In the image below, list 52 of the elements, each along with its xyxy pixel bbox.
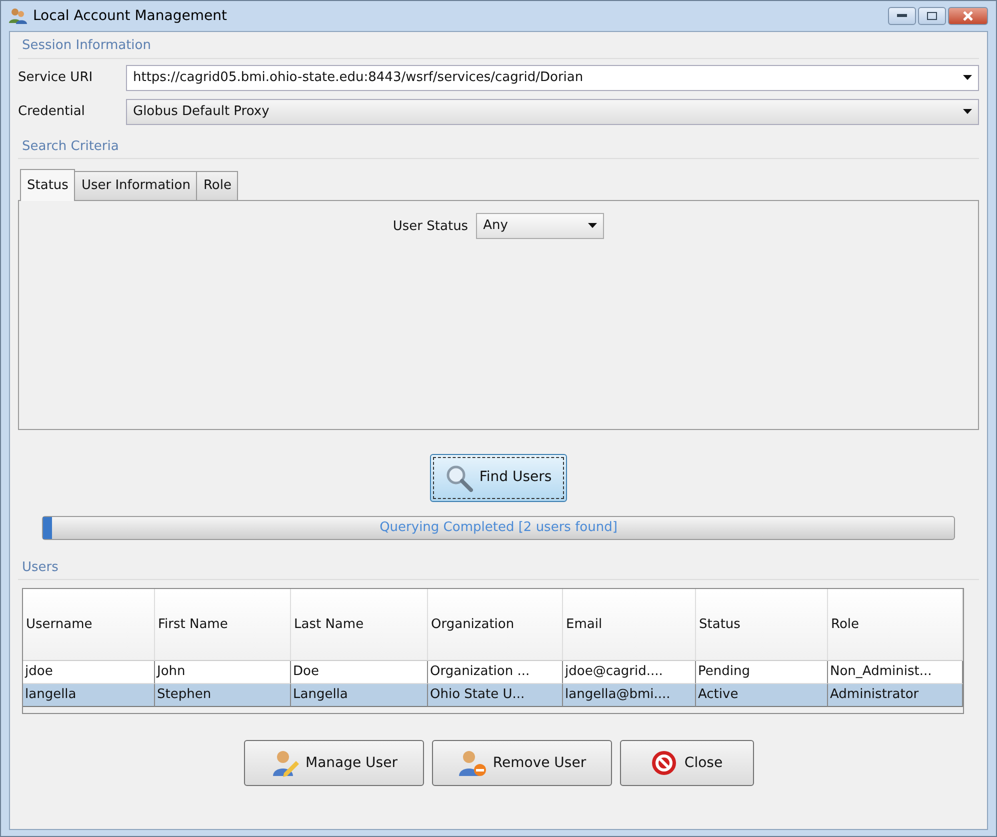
field-label: User Status xyxy=(392,218,468,236)
table-cell[interactable]: langella@bmi.... xyxy=(563,684,696,707)
field-label: Service URI xyxy=(18,68,94,87)
column-header[interactable]: Organization xyxy=(428,589,563,661)
column-header[interactable]: Last Name xyxy=(291,589,428,661)
progress-text: Querying Completed [2 users found] xyxy=(380,518,618,537)
table-cell[interactable]: Stephen xyxy=(155,684,291,707)
table-cell[interactable]: John xyxy=(155,661,291,684)
maximize-button[interactable] xyxy=(918,7,946,25)
service-uri-combo[interactable]: https://cagrid05.bmi.ohio-state.edu:8443/wsrf/services/cagrid/Dorian xyxy=(126,64,979,90)
column-header[interactable]: Status xyxy=(696,589,828,661)
section-title: Search Criteria xyxy=(18,132,979,159)
minimize-button[interactable] xyxy=(888,7,916,25)
table-cell[interactable]: langella xyxy=(23,684,155,707)
column-header[interactable]: Username xyxy=(23,589,155,661)
close-button[interactable] xyxy=(948,7,988,25)
tab[interactable]: User Information xyxy=(74,171,198,200)
window-title: Local Account Management xyxy=(33,6,227,26)
caret-icon xyxy=(588,223,598,228)
table-cell[interactable]: Organization ... xyxy=(428,661,563,684)
tab[interactable]: Status xyxy=(20,169,76,200)
maximize-icon xyxy=(927,12,937,20)
table-cell[interactable]: Ohio State U... xyxy=(428,684,563,707)
section-title: Users xyxy=(18,554,979,580)
tab[interactable]: Role xyxy=(196,171,238,200)
caret-icon xyxy=(963,75,972,80)
caret-icon xyxy=(963,109,972,114)
minimize-icon xyxy=(897,14,907,18)
credential-dropdown[interactable]: Globus Default Proxy xyxy=(126,98,979,124)
table-cell[interactable]: Administrator xyxy=(828,684,963,707)
manage-button[interactable]: Manage User xyxy=(244,740,424,786)
close-icon xyxy=(963,11,973,21)
table-cell[interactable]: jdoe@cagrid.... xyxy=(563,661,696,684)
field-label: Credential xyxy=(18,102,86,121)
find-users-button[interactable]: Find Users xyxy=(430,454,567,502)
column-header[interactable]: Email xyxy=(563,589,696,661)
section-title: Session Information xyxy=(18,32,979,58)
table-cell[interactable]: Active xyxy=(696,684,828,707)
user-remove-icon xyxy=(456,749,487,777)
column-header[interactable]: First Name xyxy=(155,589,291,661)
stop-icon xyxy=(650,749,678,777)
table-cell[interactable]: Langella xyxy=(291,684,428,707)
table-cell[interactable]: Doe xyxy=(291,661,428,684)
search-icon xyxy=(445,464,474,492)
close-button[interactable]: Close xyxy=(620,740,754,786)
table-cell[interactable]: Non_Administ... xyxy=(828,661,963,684)
remove-button[interactable]: Remove User xyxy=(432,740,612,786)
table-cell[interactable]: jdoe xyxy=(23,661,155,684)
column-header[interactable]: Role xyxy=(828,589,963,661)
user-status-dropdown[interactable]: Any xyxy=(476,212,604,238)
table-cell[interactable]: Pending xyxy=(696,661,828,684)
users-icon xyxy=(9,7,27,25)
